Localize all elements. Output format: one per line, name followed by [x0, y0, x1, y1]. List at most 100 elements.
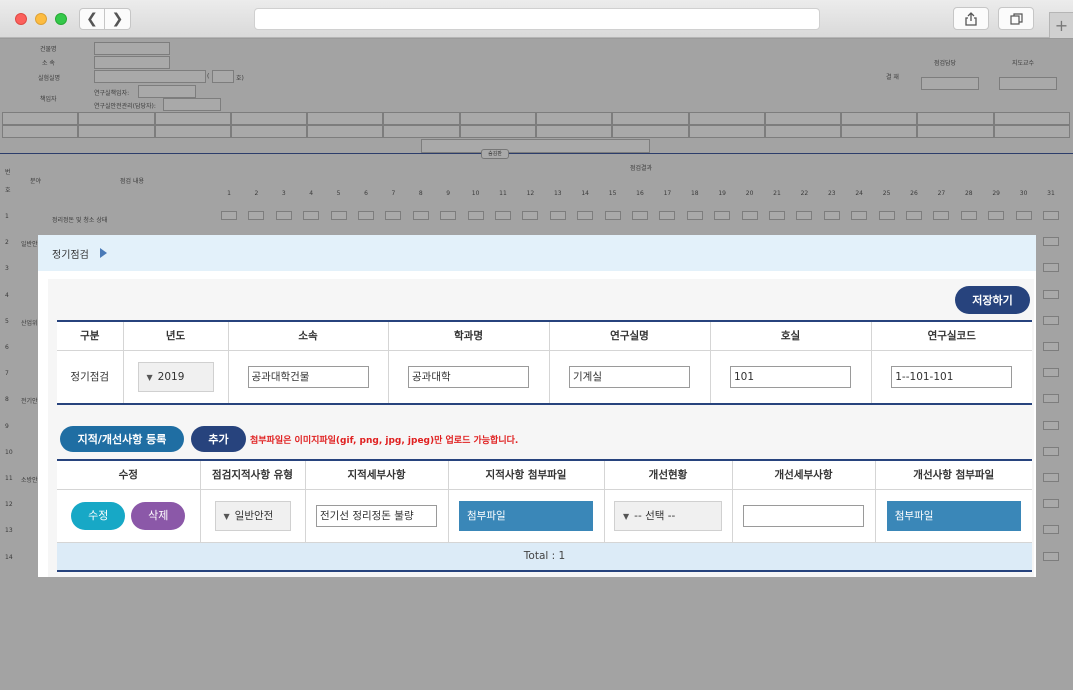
result-select[interactable] [1043, 315, 1059, 325]
issue-detail-input[interactable]: 전기선 정리정돈 불량 [316, 504, 437, 527]
result-select[interactable] [1043, 368, 1059, 378]
save-button[interactable]: 저장하기 [955, 286, 1030, 314]
affiliation-field[interactable] [94, 56, 170, 69]
result-select[interactable] [467, 211, 484, 220]
result-select[interactable] [851, 211, 868, 220]
room-field[interactable] [212, 70, 234, 83]
header-affiliation: 소속 [228, 321, 389, 351]
result-select[interactable] [248, 211, 265, 220]
lab-manager-label: 연구실책임자: [94, 90, 130, 97]
improve-file-button[interactable]: 첨부파일 [886, 500, 1021, 531]
result-select[interactable] [221, 211, 237, 220]
result-select[interactable] [604, 211, 621, 220]
issue-type-value: 일반안전 [234, 509, 274, 522]
lab-code-input[interactable]: 1--101-101 [891, 365, 1013, 388]
header-edit: 수정 [57, 460, 201, 490]
bg-tab-box [421, 139, 650, 153]
new-tab-button[interactable]: + [1049, 12, 1073, 38]
row-number: 14 [5, 553, 13, 561]
result-select[interactable] [1043, 342, 1059, 351]
lab-name-input[interactable]: 기계실 [569, 365, 690, 388]
improve-detail-input[interactable] [743, 504, 864, 527]
result-select[interactable] [878, 211, 895, 220]
collapse-button[interactable]: 숨김판 [481, 149, 509, 159]
result-select[interactable] [303, 211, 320, 220]
tab-overview-button[interactable] [998, 7, 1034, 30]
result-select[interactable] [1043, 473, 1059, 482]
result-select[interactable] [412, 211, 429, 220]
result-select[interactable] [549, 211, 566, 220]
result-select[interactable] [1043, 211, 1059, 220]
result-select[interactable] [1043, 525, 1059, 535]
result-select[interactable] [577, 211, 594, 220]
result-select[interactable] [960, 211, 977, 220]
year-cell: ▼ 2019 [123, 350, 229, 404]
affiliation-input[interactable]: 공과대학건물 [247, 365, 369, 388]
edit-button[interactable]: 수정 [71, 501, 126, 530]
result-select[interactable] [358, 211, 374, 220]
row-field-label: 산업위 [21, 319, 38, 327]
result-select[interactable] [1043, 420, 1059, 430]
header-issue-detail: 지적세부사항 [305, 460, 449, 490]
result-select[interactable] [659, 211, 676, 220]
minimize-window-button[interactable] [35, 13, 47, 25]
maximize-window-button[interactable] [55, 13, 67, 25]
result-select[interactable] [1043, 394, 1059, 404]
result-select[interactable] [522, 211, 539, 220]
result-select[interactable] [1043, 446, 1059, 456]
result-select[interactable] [906, 211, 922, 220]
day-label: 10 [471, 190, 480, 197]
result-select[interactable] [1043, 263, 1059, 273]
result-select[interactable] [741, 211, 758, 220]
result-select[interactable] [1043, 499, 1059, 509]
modal-header: 정기점검 [38, 235, 1036, 271]
register-issue-button[interactable]: 지적/개선사항 등록 [60, 426, 184, 452]
col-no-label: 번 [5, 169, 11, 176]
result-select[interactable] [495, 211, 511, 220]
back-button[interactable]: ❮ [79, 8, 105, 30]
result-select[interactable] [796, 211, 813, 220]
inspector-label: 점검담당 [934, 60, 957, 67]
total-count: Total : 1 [57, 542, 1032, 571]
result-select[interactable] [1015, 211, 1032, 220]
result-select[interactable] [769, 211, 785, 220]
dropdown-arrow-icon: ▼ [223, 511, 230, 521]
close-window-button[interactable] [15, 13, 27, 25]
header-department: 학과명 [388, 321, 550, 351]
issue-type-select[interactable]: ▼ 일반안전 [214, 500, 291, 531]
result-select[interactable] [275, 211, 292, 220]
result-select[interactable] [385, 211, 402, 220]
year-select[interactable]: ▼ 2019 [137, 361, 214, 392]
status-select[interactable]: ▼ -- 선택 -- [614, 500, 722, 531]
add-button[interactable]: 추가 [191, 426, 246, 452]
result-select[interactable] [632, 211, 648, 220]
lab-manager-field[interactable] [138, 85, 196, 98]
safety-manager-field[interactable] [163, 98, 221, 111]
result-select[interactable] [686, 211, 703, 220]
address-bar[interactable] [254, 8, 820, 30]
building-field[interactable] [94, 42, 170, 55]
issue-file-button[interactable]: 첨부파일 [459, 500, 593, 531]
row-number: 8 [5, 396, 9, 404]
lab-label: 실험실명 [38, 75, 61, 82]
lab-field[interactable] [94, 70, 206, 83]
day-label: 31 [1047, 190, 1055, 197]
result-select[interactable] [1043, 289, 1059, 299]
delete-button[interactable]: 삭제 [131, 501, 186, 530]
result-select[interactable] [988, 211, 1005, 220]
result-select[interactable] [1043, 237, 1059, 247]
department-input[interactable]: 공과대학 [408, 365, 529, 388]
room-input[interactable]: 101 [730, 365, 851, 388]
result-select[interactable] [823, 211, 840, 220]
row-number: 1 [5, 213, 9, 220]
result-select[interactable] [440, 211, 457, 220]
forward-button[interactable]: ❯ [105, 8, 131, 30]
header-room: 호실 [710, 321, 872, 351]
header-lab: 연구실명 [549, 321, 711, 351]
result-select[interactable] [714, 211, 731, 220]
result-select[interactable] [1043, 551, 1059, 561]
result-select[interactable] [330, 211, 347, 220]
day-label: 29 [992, 190, 1000, 197]
share-button[interactable] [953, 7, 989, 30]
result-select[interactable] [933, 211, 950, 220]
